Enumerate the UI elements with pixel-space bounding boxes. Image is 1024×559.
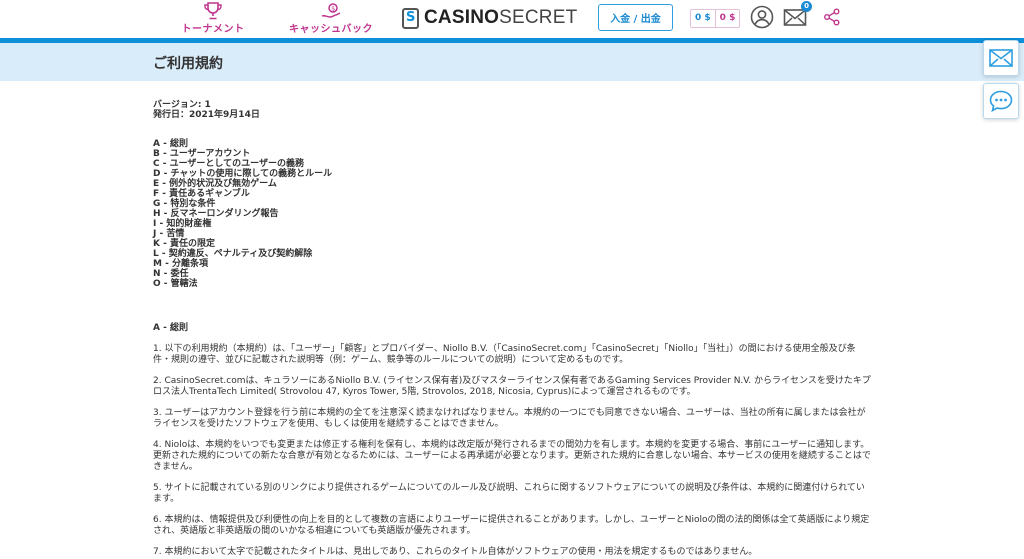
terms-paragraph: 3. ユーザーはアカウント登録を行う前に本規約の全てを注意深く読まなければなりま… (153, 408, 866, 429)
bonus-balance: 0 $ (719, 13, 736, 23)
toc-item: M - 分離条項 (153, 259, 208, 269)
toc-item: L - 契約違反、ペナルティ及び契約解除 (153, 249, 313, 259)
toc-item: H - 反マネーロンダリング報告 (153, 209, 279, 219)
balance-display[interactable]: 0 $ 0 $ (690, 9, 741, 28)
section-heading: A - 総則 (153, 323, 188, 333)
top-header: トーナメント $ キャッシュバック CASINOSECRET 入金 / 出金 0… (0, 0, 1024, 38)
toc-item: B - ユーザーアカウント (153, 149, 251, 159)
toc-item: K - 責任の限定 (153, 239, 215, 249)
trophy-icon (204, 2, 222, 20)
toc-item: A - 総則 (153, 139, 188, 149)
page-title: ご利用規約 (153, 56, 223, 72)
casino-secret-logo[interactable]: CASINOSECRET (402, 6, 577, 30)
terms-paragraph: 2. CasinoSecret.comは、キュラソーにあるNiollo B.V.… (153, 376, 871, 397)
issue-date: 発行日：2021年9月14日 (153, 110, 260, 120)
table-of-contents: A - 総則 B - ユーザーアカウント C - ユーザーとしてのユーザーの義務… (153, 139, 873, 289)
terms-paragraph: 5. サイトに記載されている別のリンクにより提供されるゲームについてのルール及び… (153, 483, 865, 504)
toc-item: I - 知的財産権 (153, 219, 212, 229)
user-icon[interactable] (750, 5, 774, 33)
svg-text:$: $ (331, 5, 335, 12)
toc-item: C - ユーザーとしてのユーザーの義務 (153, 159, 304, 169)
terms-paragraph: 7. 本規約において太字で記載されたタイトルは、見出しであり、これらのタイトル自… (153, 547, 758, 557)
nav-cashback-label: キャッシュバック (289, 24, 373, 35)
cashback-icon: $ (321, 3, 341, 18)
chat-bubble-icon (989, 90, 1013, 112)
logo-text-light: SECRET (499, 7, 578, 28)
logo-text: CASINOSECRET (424, 7, 577, 29)
floating-chat-button[interactable] (983, 83, 1019, 119)
terms-meta: バージョン: 1 発行日：2021年9月14日 (153, 100, 873, 120)
nav-tournament-label: トーナメント (181, 24, 245, 35)
share-icon[interactable] (823, 8, 841, 30)
terms-paragraph: 4. Nioloは、本規約をいつでも変更または修正する権利を保有し、本規約は改定… (153, 440, 871, 472)
toc-item: E - 例外的状況及び無効ゲーム (153, 179, 277, 189)
logo-mark-icon (402, 7, 419, 29)
toc-item: N - 委任 (153, 269, 189, 279)
floating-mail-button[interactable] (983, 40, 1019, 76)
toc-item: D - チャットの使用に際しての義務とルール (153, 169, 333, 179)
version-label: バージョン: 1 (153, 100, 211, 110)
nav-tournament[interactable]: トーナメント (178, 2, 248, 35)
envelope-icon (989, 49, 1013, 67)
logo-text-bold: CASINO (424, 7, 500, 28)
toc-item: O - 管轄法 (153, 279, 198, 289)
toc-item: J - 苦情 (153, 229, 185, 239)
toc-item: F - 責任あるギャンブル (153, 189, 250, 199)
mail-count-badge: 0 (801, 1, 812, 12)
deposit-withdraw-button[interactable]: 入金 / 出金 (598, 4, 673, 31)
title-bar: ご利用規約 (0, 43, 1024, 81)
toc-item: G - 特別な条件 (153, 199, 216, 209)
nav-cashback[interactable]: $ キャッシュバック (286, 2, 376, 35)
terms-paragraph: 6. 本規約は、情報提供及び利便性の向上を目的として複数の言語によりユーザーに提… (153, 515, 870, 536)
terms-content: バージョン: 1 発行日：2021年9月14日 A - 総則 B - ユーザーア… (153, 100, 873, 558)
real-balance: 0 $ (691, 10, 716, 27)
terms-paragraph: 1. 以下の利用規約（本規約）は、「ユーザー」「顧客」とプロバイダー、Nioll… (153, 344, 856, 365)
